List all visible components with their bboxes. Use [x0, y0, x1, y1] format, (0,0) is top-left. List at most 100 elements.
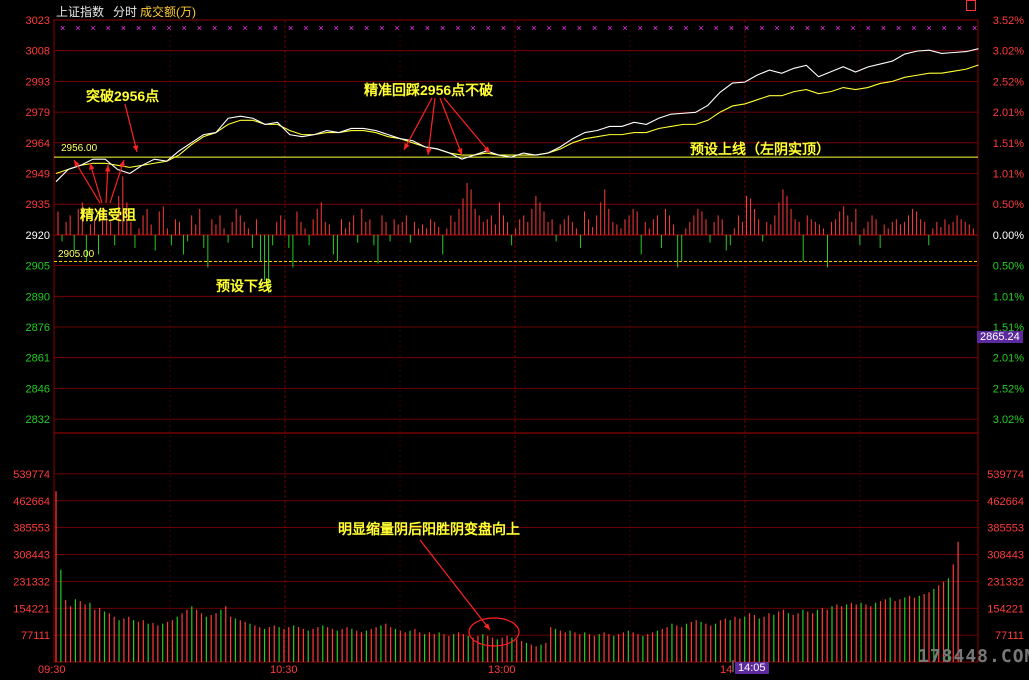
price-tick-label: 2832 — [26, 414, 50, 426]
auction-marker: × — [805, 23, 810, 33]
pct-tick-label: 2.01% — [993, 107, 1024, 119]
auction-marker: × — [379, 23, 384, 33]
annotation-arrowhead — [104, 165, 111, 172]
auction-marker: × — [698, 23, 703, 33]
annotation-arrow — [109, 159, 125, 204]
auction-marker: × — [759, 23, 764, 33]
crosshair-price-badge: 2865.24 — [977, 331, 1023, 343]
annotation-arrow — [403, 97, 433, 151]
auction-marker: × — [957, 23, 962, 33]
pct-tick-label: 0.00% — [993, 230, 1024, 242]
auction-marker: × — [911, 23, 916, 33]
auction-marker: × — [850, 23, 855, 33]
auction-marker: × — [592, 23, 597, 33]
auction-marker: × — [546, 23, 551, 33]
symbol-title: 上证指数 — [56, 5, 105, 19]
auction-marker: × — [683, 23, 688, 33]
auction-marker: × — [516, 23, 521, 33]
auction-marker: × — [364, 23, 369, 33]
auction-marker: × — [729, 23, 734, 33]
price-tick-label: 2935 — [26, 199, 50, 211]
resisted-annotation: 精准受阻 — [80, 207, 136, 223]
window-restore-icon[interactable] — [966, 0, 976, 11]
price-tick-label: 2876 — [26, 322, 50, 334]
auction-marker: × — [972, 23, 977, 33]
auction-marker: × — [622, 23, 627, 33]
auction-marker: × — [136, 23, 141, 33]
auction-marker: × — [501, 23, 506, 33]
pct-tick-label: 0.50% — [993, 199, 1024, 211]
price-tick-label: 2920 — [26, 230, 50, 242]
auction-marker: × — [242, 23, 247, 33]
volume-tick-label: 462664 — [13, 496, 50, 508]
auction-marker: × — [75, 23, 80, 33]
price-tick-label: 2905 — [26, 261, 50, 273]
auction-marker: × — [866, 23, 871, 33]
volume-tick-label: 77111 — [21, 630, 50, 642]
auction-marker: × — [486, 23, 491, 33]
plot-frame — [53, 19, 979, 663]
auction-marker: × — [440, 23, 445, 33]
auction-marker: × — [607, 23, 612, 33]
auction-marker: × — [653, 23, 658, 33]
pct-tick-label: 3.52% — [993, 15, 1024, 27]
volume-annotation: 明显缩量阴后阳胜阴变盘向上 — [338, 521, 520, 537]
auction-marker: × — [90, 23, 95, 33]
auction-marker: × — [227, 23, 232, 33]
auction-marker: × — [318, 23, 323, 33]
annotation-arrow — [419, 539, 491, 631]
auction-marker: × — [470, 23, 475, 33]
annotation-arrowhead — [89, 163, 95, 170]
volume-tick-label-right: 154221 — [987, 603, 1024, 615]
volume-tick-label: 154221 — [13, 603, 50, 615]
pullback-annotation: 精准回踩2956点不破 — [364, 82, 494, 98]
auction-marker: × — [562, 23, 567, 33]
auction-marker: × — [60, 23, 65, 33]
auction-marker: × — [182, 23, 187, 33]
auction-marker: × — [896, 23, 901, 33]
pct-tick-label: 2.01% — [993, 353, 1024, 365]
price-tick-label: 2964 — [26, 138, 50, 150]
time-tick-label: 10:30 — [270, 664, 298, 676]
intraday-chart: 3023 3.52% 3008 3.02% 2993 2.52% 2979 2.01% 2964… — [0, 0, 1029, 680]
breakout-annotation: 突破2956点 — [86, 88, 160, 104]
mode-label[interactable]: 分时 — [113, 3, 137, 20]
volume-tick-label-right: 462664 — [987, 496, 1024, 508]
pct-tick-label: 2.52% — [993, 383, 1024, 395]
auction-marker: × — [410, 23, 415, 33]
lower-level-label: 2905.00 — [58, 249, 95, 260]
time-tick-label: 13:00 — [488, 664, 516, 676]
annotation-arrowhead — [426, 148, 432, 155]
volume-highlight-ellipse — [468, 617, 520, 647]
auction-marker: × — [151, 23, 156, 33]
pct-tick-label: 3.02% — [993, 46, 1024, 58]
time-tick-label: 14 — [720, 664, 732, 676]
auction-marker: × — [273, 23, 278, 33]
crosshair-time-badge: 14:05 — [735, 662, 769, 674]
auction-marker: × — [820, 23, 825, 33]
auction-marker: × — [106, 23, 111, 33]
volume-tick-label-right: 385553 — [987, 523, 1024, 535]
auction-marker: × — [714, 23, 719, 33]
auction-marker: × — [212, 23, 217, 33]
auction-marker: × — [121, 23, 126, 33]
auction-marker: × — [942, 23, 947, 33]
price-tick-label: 2861 — [26, 353, 50, 365]
auction-marker: × — [166, 23, 171, 33]
auction-marker: × — [258, 23, 263, 33]
pct-tick-label: 1.01% — [993, 291, 1024, 303]
volume-tick-label-right: 539774 — [987, 469, 1024, 481]
indicator-label[interactable]: 成交额(万) — [140, 3, 196, 20]
auction-marker: × — [744, 23, 749, 33]
upper-line-annotation: 预设上线（左阴实顶） — [690, 141, 830, 157]
price-tick-label: 2949 — [26, 169, 50, 181]
price-tick-label: 2993 — [26, 76, 50, 88]
lower-line-annotation: 预设下线 — [216, 278, 272, 294]
upper-level-label: 2956.00 — [61, 143, 98, 154]
auction-marker: × — [334, 23, 339, 33]
pct-tick-label: 1.01% — [993, 169, 1024, 181]
volume-tick-label: 385553 — [13, 523, 50, 535]
auction-marker: × — [774, 23, 779, 33]
pct-tick-label: 1.51% — [993, 138, 1024, 150]
watermark: 178448.COM — [918, 646, 1029, 667]
